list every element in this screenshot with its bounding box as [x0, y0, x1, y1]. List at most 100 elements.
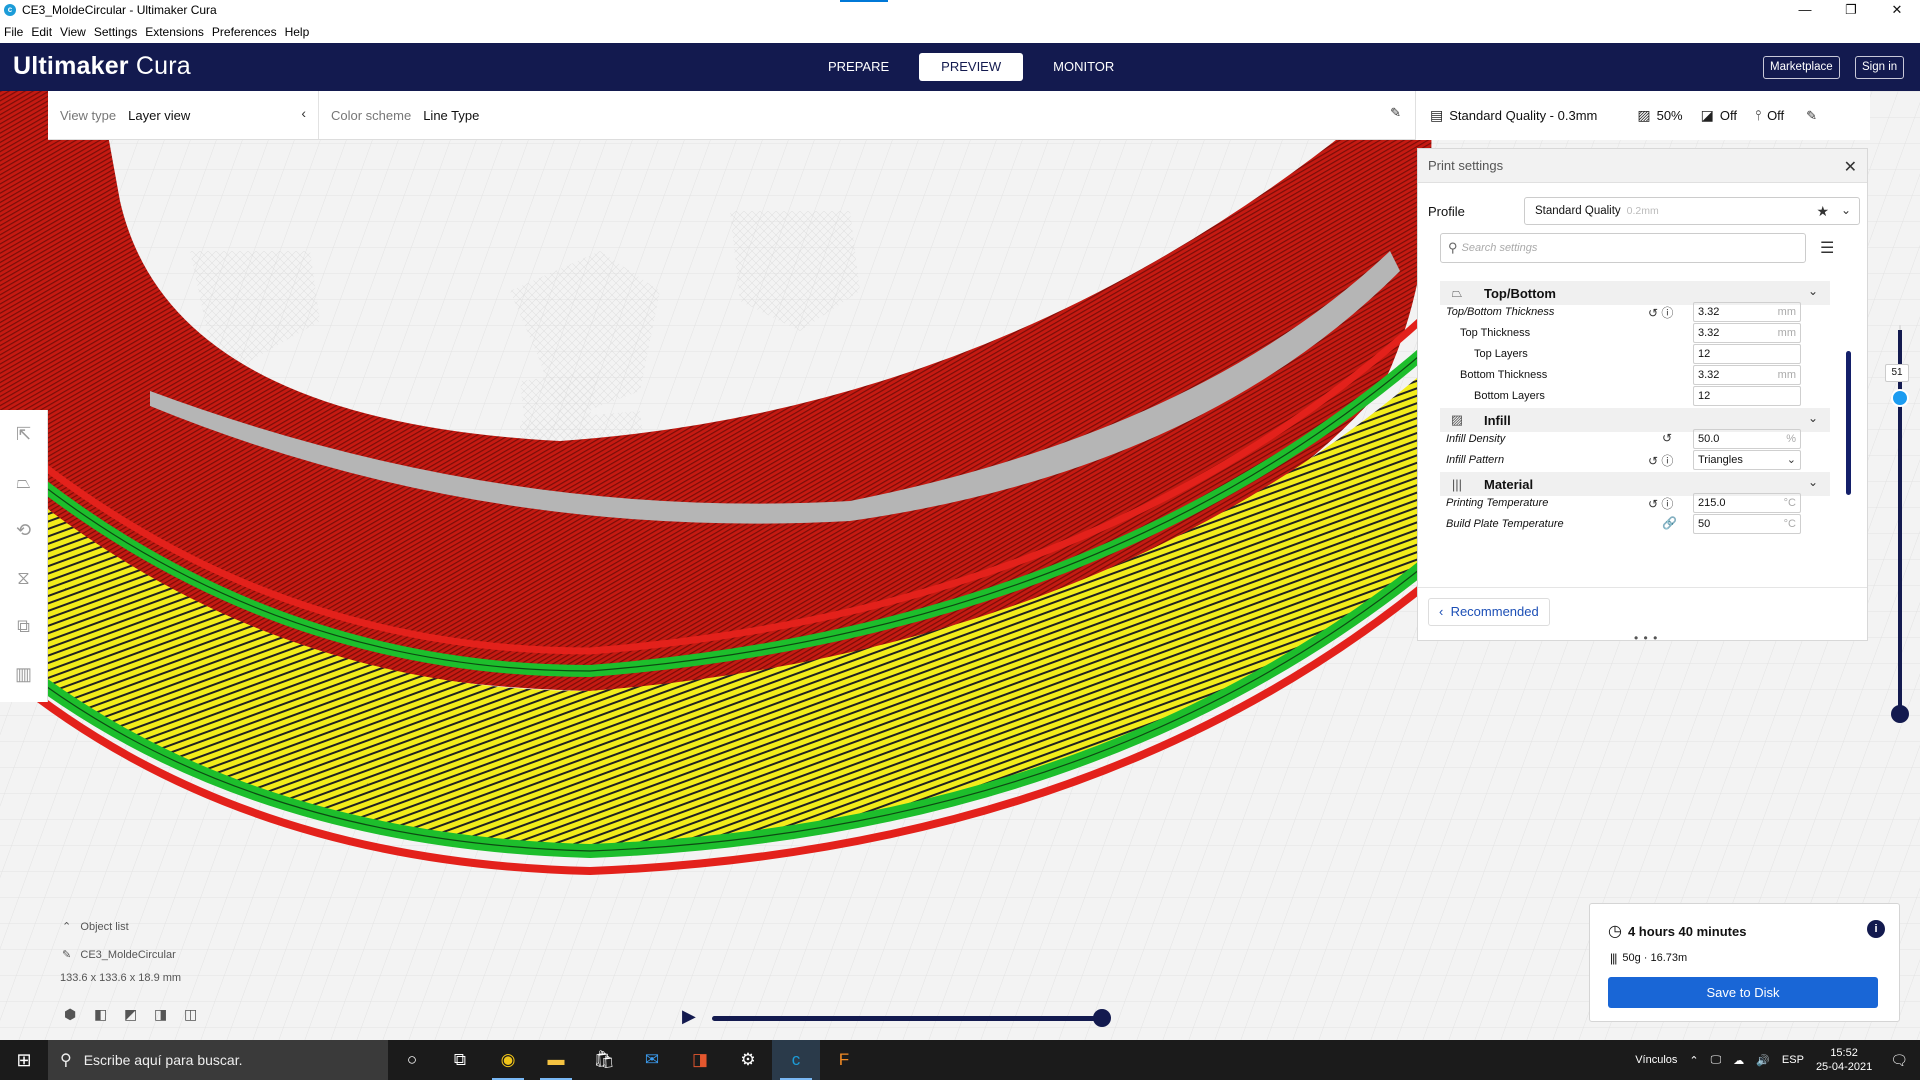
menu-edit[interactable]: Edit — [31, 25, 52, 39]
move-tool-icon[interactable]: ⇱ — [0, 410, 47, 458]
search-placeholder: Search settings — [1461, 242, 1538, 254]
layer-number[interactable]: 51 — [1885, 364, 1909, 382]
network-icon[interactable]: 🖵 — [1711, 1054, 1722, 1067]
3d-view-icon[interactable]: ⬢ — [64, 1006, 94, 1023]
per-model-settings-icon[interactable]: ⧉ — [0, 602, 47, 650]
mirror-tool-icon[interactable]: ⧖ — [0, 554, 47, 602]
tray-expand-icon[interactable]: ⌃ — [1689, 1054, 1698, 1067]
setting-row[interactable]: Printing Temperature ↺ ⓘ 215.0 °C — [1440, 493, 1832, 514]
setting-value-input[interactable]: 215.0 °C — [1693, 493, 1801, 513]
close-window-button[interactable]: ✕ — [1874, 0, 1920, 20]
tab-preview[interactable]: PREVIEW — [919, 53, 1024, 81]
setting-value-input[interactable]: 50.0% — [1693, 429, 1801, 449]
setting-row[interactable]: Top Layers 12 — [1440, 344, 1832, 365]
menu-settings[interactable]: Settings — [94, 25, 137, 39]
setting-row[interactable]: Infill Pattern ↺ ⓘ Triangles ⌄ — [1440, 450, 1832, 471]
reset-icon[interactable]: ↺ ⓘ — [1648, 304, 1673, 321]
tab-monitor[interactable]: MONITOR — [1031, 53, 1136, 81]
support-blocker-icon[interactable]: ▥ — [0, 650, 47, 698]
resize-handle[interactable]: • • • — [1634, 631, 1658, 645]
simulation-slider-handle[interactable] — [1093, 1009, 1111, 1027]
menu-file[interactable]: File — [4, 25, 23, 39]
marketplace-button[interactable]: Marketplace — [1763, 56, 1840, 79]
language-indicator[interactable]: ESP — [1782, 1054, 1804, 1066]
setting-label: Printing Temperature — [1446, 497, 1549, 509]
menu-view[interactable]: View — [60, 25, 86, 39]
setting-row[interactable]: Bottom Layers 12 — [1440, 386, 1832, 407]
settings-gear-icon[interactable]: ⚙ — [724, 1040, 772, 1080]
sign-in-button[interactable]: Sign in — [1855, 56, 1905, 79]
pencil-icon[interactable]: ✎ — [1390, 105, 1401, 121]
view-type-selector[interactable]: View type Layer view ‹ — [48, 91, 318, 139]
info-icon[interactable]: i — [1867, 920, 1885, 938]
settings-list[interactable]: ⏢ Top/Bottom ⌄ Top/Bottom Thickness ↺ ⓘ … — [1440, 279, 1836, 582]
close-icon[interactable]: ✕ — [1844, 157, 1857, 177]
onedrive-icon[interactable]: ☁ — [1733, 1054, 1744, 1067]
volume-icon[interactable]: 🔊 — [1756, 1054, 1770, 1067]
chevron-left-icon[interactable]: ‹ — [301, 105, 306, 121]
save-to-disk-button[interactable]: Save to Disk — [1608, 977, 1878, 1008]
maximize-button[interactable]: ❐ — [1828, 0, 1874, 20]
reset-icon[interactable]: ↺ — [1662, 431, 1672, 445]
simulation-slider-track[interactable] — [712, 1016, 1100, 1021]
infill-pattern-dropdown[interactable]: Triangles ⌄ — [1693, 450, 1801, 470]
minimize-button[interactable]: — — [1782, 0, 1828, 20]
setting-value-input[interactable]: 3.32 mm — [1693, 323, 1801, 343]
cura-taskbar-icon[interactable]: c — [772, 1040, 820, 1080]
notification-icon[interactable]: 🗨 — [1890, 1052, 1908, 1069]
edit-pencil-icon[interactable]: ✎ — [1806, 108, 1817, 124]
setting-value-input[interactable]: 12 — [1693, 386, 1801, 406]
scale-tool-icon[interactable]: ⏢ — [0, 458, 47, 506]
task-view-icon[interactable]: ⧉ — [436, 1040, 484, 1080]
menu-preferences[interactable]: Preferences — [212, 25, 277, 39]
taskbar-search-placeholder: Escribe aquí para buscar. — [83, 1052, 243, 1068]
setting-row[interactable]: Infill Density ↺ 50.0% — [1440, 429, 1832, 450]
object-list-header[interactable]: ⌃ Object list — [62, 920, 129, 933]
mail-icon[interactable]: ✉ — [628, 1040, 676, 1080]
reset-icon[interactable]: ↺ ⓘ — [1648, 495, 1673, 512]
settings-visibility-menu-icon[interactable]: ☰ — [1820, 238, 1834, 258]
setting-value-input[interactable]: 3.32 mm — [1693, 365, 1801, 385]
store-icon[interactable]: 🛍 — [580, 1040, 628, 1080]
layer-slider-lower-handle[interactable] — [1891, 705, 1909, 723]
color-scheme-selector[interactable]: Color scheme Line Type ✎ — [319, 91, 1415, 139]
setting-value-input[interactable]: 12 — [1693, 344, 1801, 364]
star-icon[interactable]: ★ — [1816, 203, 1829, 220]
layer-slider-track[interactable] — [1898, 330, 1902, 714]
object-name-row[interactable]: ✎ CE3_MoldeCircular — [62, 948, 176, 961]
taskbar-clock[interactable]: 15:52 25-04-2021 — [1816, 1046, 1872, 1074]
view-type-value: Layer view — [128, 107, 191, 123]
reset-icon[interactable]: ↺ ⓘ — [1648, 452, 1673, 469]
profile-dropdown[interactable]: Standard Quality 0.2mm ★ ⌄ — [1524, 197, 1860, 225]
setting-label: Bottom Layers — [1474, 390, 1545, 402]
left-view-icon[interactable]: ◨ — [154, 1006, 184, 1023]
setting-row[interactable]: Top Thickness 3.32 mm — [1440, 323, 1832, 344]
menu-help[interactable]: Help — [285, 25, 310, 39]
setting-row[interactable]: Top/Bottom Thickness ↺ ⓘ 3.32 mm — [1440, 302, 1832, 323]
windows-start-icon[interactable]: ⊞ — [0, 1050, 48, 1071]
layer-slider-upper-handle[interactable] — [1891, 389, 1909, 407]
settings-scrollbar[interactable] — [1846, 351, 1851, 495]
search-input[interactable]: ⚲ Search settings — [1440, 233, 1806, 263]
recommended-button[interactable]: ‹ Recommended — [1428, 598, 1550, 626]
office-icon[interactable]: ◨ — [676, 1040, 724, 1080]
rotate-tool-icon[interactable]: ⟲ — [0, 506, 47, 554]
tray-links[interactable]: Vínculos — [1635, 1054, 1677, 1066]
file-explorer-icon[interactable]: ▬ — [532, 1040, 580, 1080]
cortana-icon[interactable]: ○ — [388, 1040, 436, 1080]
setting-row[interactable]: Build Plate Temperature 🔗 50 °C — [1440, 514, 1832, 535]
setting-value-input[interactable]: 50 °C — [1693, 514, 1801, 534]
front-view-icon[interactable]: ◧ — [94, 1006, 124, 1023]
setting-value-input[interactable]: 3.32 mm — [1693, 302, 1801, 322]
chrome-icon[interactable]: ◉ — [484, 1040, 532, 1080]
right-view-icon[interactable]: ◫ — [184, 1006, 214, 1023]
taskbar-search[interactable]: ⚲ Escribe aquí para buscar. — [48, 1040, 388, 1080]
color-scheme-label: Color scheme — [331, 107, 412, 123]
print-setup-bar[interactable]: ▤ Standard Quality - 0.3mm ▨ 50% ◪ Off ⫯… — [1415, 91, 1870, 140]
menu-extensions[interactable]: Extensions — [145, 25, 204, 39]
fusion-icon[interactable]: F — [820, 1040, 868, 1080]
top-view-icon[interactable]: ◩ — [124, 1006, 154, 1023]
setting-row[interactable]: Bottom Thickness 3.32 mm — [1440, 365, 1832, 386]
tab-prepare[interactable]: PREPARE — [806, 53, 911, 81]
play-icon[interactable]: ▶ — [682, 1006, 696, 1027]
